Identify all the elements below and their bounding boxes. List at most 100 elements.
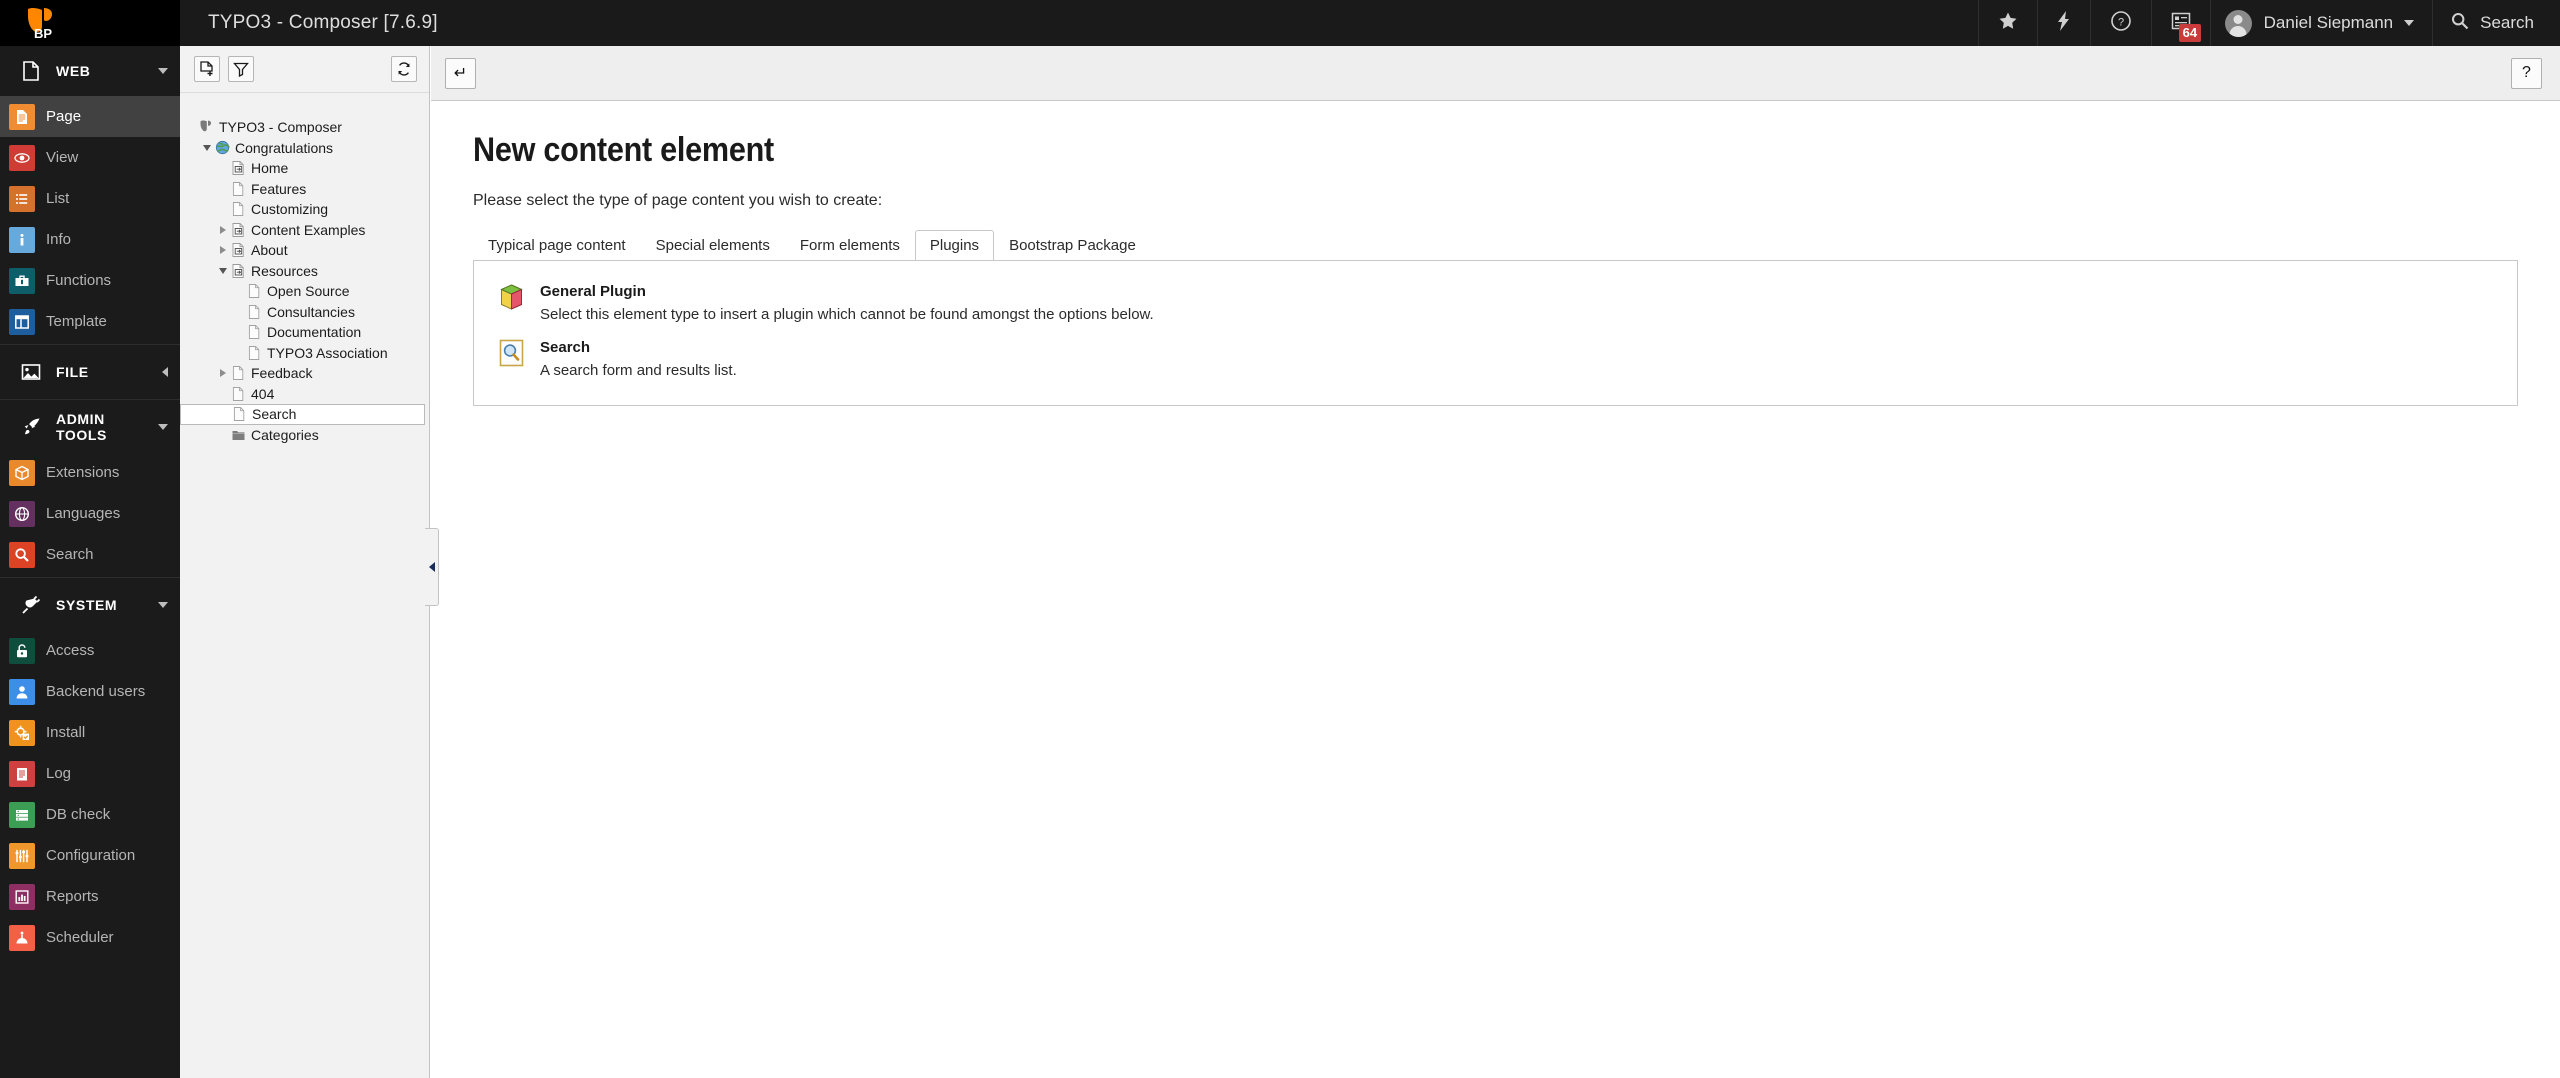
sidebar-item-reports[interactable]: Reports [0, 876, 180, 917]
tree-node[interactable]: Categories [180, 425, 429, 446]
sidebar-item-label: List [46, 190, 69, 207]
sidebar-item-page[interactable]: Page [0, 96, 180, 137]
globe-icon [9, 501, 35, 527]
sidebar-item-label: Install [46, 724, 85, 741]
tab-typical-page-content[interactable]: Typical page content [473, 230, 641, 261]
sidebar-item-label: Template [46, 313, 107, 330]
page-icon [229, 201, 247, 217]
page-icon [245, 304, 263, 320]
sidebar-item-functions[interactable]: Functions [0, 260, 180, 301]
sliders-icon [9, 843, 35, 869]
sidebar-item-access[interactable]: Access [0, 630, 180, 671]
tree-toggle[interactable] [200, 145, 213, 151]
topbar-search-button[interactable]: Search [2432, 0, 2560, 46]
tree-node-label: Categories [251, 427, 319, 443]
tree-node-label: TYPO3 Association [267, 345, 388, 361]
tree-node-label: Open Source [267, 283, 350, 299]
menu-separator [0, 577, 180, 578]
flash-messages-button[interactable] [2037, 0, 2090, 46]
sidebar-item-extensions[interactable]: Extensions [0, 452, 180, 493]
tree-node[interactable]: Features [180, 179, 429, 200]
brand-logo[interactable]: BP [0, 0, 180, 46]
sidebar-item-scheduler[interactable]: Scheduler [0, 917, 180, 958]
tree-node[interactable]: Content Examples [180, 220, 429, 241]
module-sidebar: WEBPageView List InfoFunctions Template FILE… [0, 46, 180, 1078]
refresh-button[interactable] [391, 56, 417, 82]
tree-node[interactable]: Consultancies [180, 302, 429, 323]
help-button[interactable]: ? [2090, 0, 2151, 46]
tree-node[interactable]: Resources [180, 261, 429, 282]
sidebar-item-view[interactable]: View [0, 137, 180, 178]
system-information-button[interactable]: 64 [2151, 0, 2210, 46]
tree-node[interactable]: 404 [180, 384, 429, 405]
folder-icon [229, 427, 247, 443]
document-header: ↵ ? [431, 46, 2560, 101]
new-page-button[interactable] [194, 56, 220, 82]
wizard-item-general-plugin[interactable]: General PluginSelect this element type t… [474, 277, 2517, 333]
question-circle-icon: ? [2110, 10, 2132, 37]
tree-toggle[interactable] [216, 268, 229, 274]
tree-node[interactable]: Home [180, 158, 429, 179]
sidebar-item-backend-users[interactable]: Backend users [0, 671, 180, 712]
chevron-down-icon [2404, 20, 2414, 26]
tree-toggle[interactable] [216, 246, 229, 254]
menu-group-admin-tools[interactable]: ADMIN TOOLS [0, 402, 180, 452]
eye-icon [9, 145, 35, 171]
filter-button[interactable] [228, 56, 254, 82]
menu-group-file[interactable]: FILE [0, 347, 180, 397]
tree-node[interactable]: Congratulations [180, 138, 429, 159]
context-help-button[interactable]: ? [2511, 58, 2542, 89]
menu-group-system[interactable]: SYSTEM [0, 580, 180, 630]
question-mark-icon: ? [2522, 64, 2531, 82]
sidebar-item-log[interactable]: Log [0, 753, 180, 794]
tab-bootstrap-package[interactable]: Bootstrap Package [994, 230, 1151, 261]
sidebar-item-label: Reports [46, 888, 99, 905]
sidebar-item-configuration[interactable]: Configuration [0, 835, 180, 876]
sidebar-item-list[interactable]: List [0, 178, 180, 219]
tree-node[interactable]: Open Source [180, 281, 429, 302]
tree-node[interactable]: Documentation [180, 322, 429, 343]
sidebar-item-languages[interactable]: Languages [0, 493, 180, 534]
sidebar-item-template[interactable]: Template [0, 301, 180, 342]
tree-toggle[interactable] [216, 369, 229, 377]
chevron-right-icon[interactable] [220, 369, 226, 377]
tab-plugins[interactable]: Plugins [915, 230, 994, 261]
page-module-icon [9, 104, 35, 130]
tree-node[interactable]: TYPO3 Association [180, 343, 429, 364]
page-icon [245, 324, 263, 340]
tab-form-elements[interactable]: Form elements [785, 230, 915, 261]
toolbox-icon [9, 268, 35, 294]
menu-group-web[interactable]: WEB [0, 46, 180, 96]
page-title: New content element [473, 131, 2314, 170]
user-menu-button[interactable]: Daniel Siepmann [2210, 0, 2432, 46]
tab-special-elements[interactable]: Special elements [641, 230, 785, 261]
page-tree-panel: TYPO3 - Composer CongratulationsHomeFeatu… [180, 46, 430, 1078]
sidebar-item-info[interactable]: Info [0, 219, 180, 260]
tree-node[interactable]: About [180, 240, 429, 261]
wizard-item-search[interactable]: SearchA search form and results list. [474, 333, 2517, 389]
tree-collapse-handle[interactable] [425, 528, 439, 606]
chevron-right-icon[interactable] [220, 226, 226, 234]
sidebar-item-search[interactable]: Search [0, 534, 180, 575]
package-icon [9, 460, 35, 486]
tree-node-label: 404 [251, 386, 274, 402]
tree-node[interactable]: TYPO3 - Composer [180, 117, 429, 138]
chevron-right-icon[interactable] [220, 246, 226, 254]
chevron-down-icon[interactable] [203, 145, 211, 151]
sidebar-item-db-check[interactable]: DB check [0, 794, 180, 835]
tree-toggle[interactable] [216, 226, 229, 234]
tree-node-label: About [251, 242, 288, 258]
database-icon [9, 802, 35, 828]
tree-node-label: TYPO3 - Composer [219, 119, 342, 135]
chevron-down-icon[interactable] [219, 268, 227, 274]
tree-node-selected[interactable]: Search [180, 404, 425, 425]
lock-icon [9, 638, 35, 664]
tree-node[interactable]: Customizing [180, 199, 429, 220]
wizard-tabs: Typical page contentSpecial elementsForm… [473, 230, 2518, 260]
tree-node[interactable]: Feedback [180, 363, 429, 384]
bookmarks-button[interactable] [1978, 0, 2037, 46]
go-back-button[interactable]: ↵ [445, 58, 476, 89]
bolt-icon [2057, 10, 2071, 37]
sidebar-item-install[interactable]: Install [0, 712, 180, 753]
shortcut-page-icon [229, 242, 247, 258]
